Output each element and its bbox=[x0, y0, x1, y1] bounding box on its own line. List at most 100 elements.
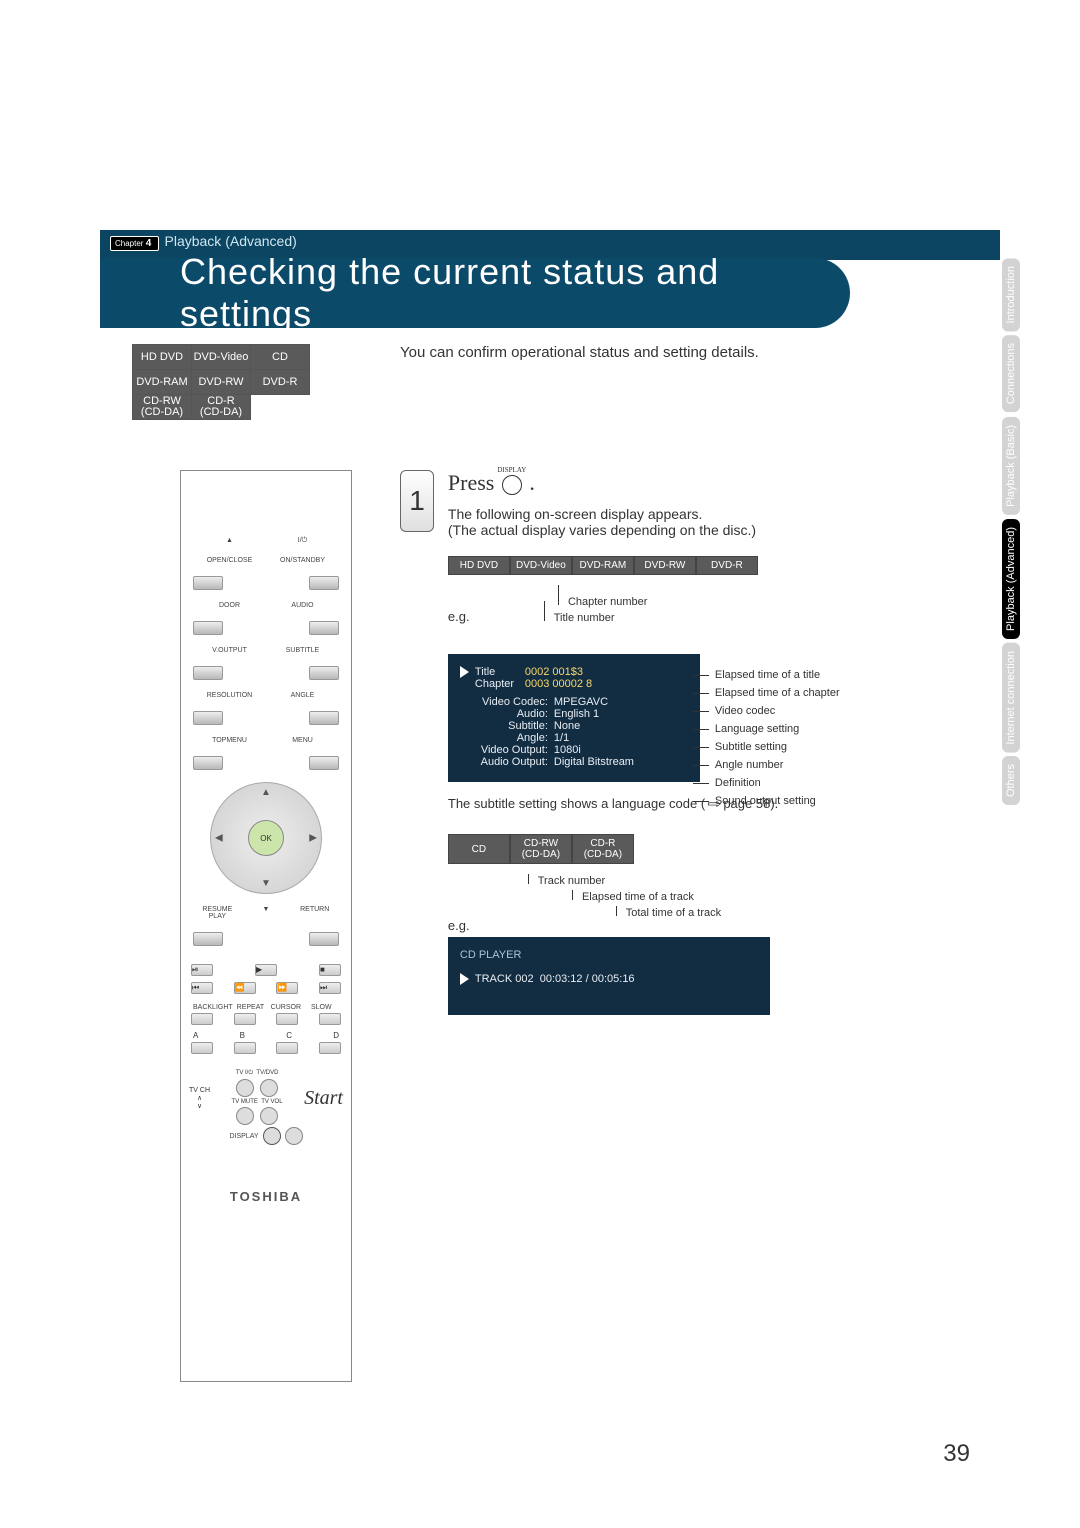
audio-button[interactable] bbox=[309, 621, 339, 635]
play-icon bbox=[460, 666, 469, 678]
tvdvd-label: TV/DVD bbox=[256, 1070, 278, 1076]
media-cell: HD DVD bbox=[448, 556, 510, 575]
tvvol-button[interactable] bbox=[260, 1107, 278, 1125]
standby-button[interactable] bbox=[309, 576, 339, 590]
page-arrow-icon: ⇨ bbox=[707, 796, 721, 812]
voutput-label: V.OUTPUT bbox=[193, 647, 266, 654]
next-button[interactable]: ⏭ bbox=[319, 982, 341, 994]
play-icon-cd bbox=[460, 973, 469, 985]
standby-label: ON/STANDBY bbox=[266, 557, 339, 564]
down-icon[interactable]: ∨ bbox=[197, 1103, 202, 1110]
page-title: Checking the current status and settings bbox=[100, 258, 850, 328]
intro-text: You can confirm operational status and s… bbox=[400, 344, 759, 361]
tab-others[interactable]: Others bbox=[1002, 756, 1020, 805]
return-label: RETURN bbox=[290, 906, 339, 920]
page-number: 39 bbox=[943, 1440, 970, 1468]
chapter-num: 4 bbox=[146, 238, 152, 249]
leader-track-number: Track number bbox=[528, 874, 605, 887]
media-cell: CD-RW(CD-DA) bbox=[133, 395, 192, 420]
media-cell: CD bbox=[251, 345, 310, 370]
tvdvd-button[interactable] bbox=[260, 1079, 278, 1097]
media-cell: DVD-RW bbox=[634, 556, 696, 575]
menu-label: MENU bbox=[266, 737, 339, 744]
playpause-button[interactable]: ⏯ bbox=[191, 964, 213, 976]
leader-title-number: Title number bbox=[544, 601, 615, 624]
subtitle-button[interactable] bbox=[309, 666, 339, 680]
media-cell: DVD-R bbox=[251, 370, 310, 395]
prev-button[interactable]: ⏮ bbox=[191, 982, 213, 994]
repeat-label: REPEAT bbox=[233, 1004, 268, 1011]
right-arrow-icon[interactable]: ▶ bbox=[309, 833, 317, 844]
voutput-button[interactable] bbox=[193, 666, 223, 680]
remote-control: ▲I/⏻ OPEN/CLOSE ON/STANDBY DOORAUDIO V.O… bbox=[180, 470, 352, 1382]
resolution-label: RESOLUTION bbox=[193, 692, 266, 699]
media-cell: CD-R(CD-DA) bbox=[192, 395, 251, 420]
tvvol-label: TV VOL bbox=[261, 1099, 282, 1105]
leader-label: Elapsed time of a chapter bbox=[693, 684, 840, 702]
open-close-button[interactable] bbox=[193, 576, 223, 590]
door-button[interactable] bbox=[193, 621, 223, 635]
menu-button[interactable] bbox=[309, 756, 339, 770]
down-arrow-icon[interactable]: ▼ bbox=[261, 878, 271, 889]
section-name: Playback (Advanced) bbox=[165, 233, 297, 249]
ok-button[interactable]: OK bbox=[248, 820, 284, 856]
leader-label: Definition bbox=[693, 774, 840, 792]
resolution-button[interactable] bbox=[193, 711, 223, 725]
play-button[interactable]: ▶ bbox=[255, 964, 277, 976]
display-icon: DISPLAY bbox=[502, 475, 522, 495]
leader-label: Subtitle setting bbox=[693, 738, 840, 756]
osd-row: Audio:English 1 bbox=[460, 708, 690, 720]
topmenu-button[interactable] bbox=[193, 756, 223, 770]
b-label: B bbox=[240, 1031, 245, 1040]
media-cell: DVD-RAM bbox=[133, 370, 192, 395]
fwd-button[interactable]: ⏩ bbox=[276, 982, 298, 994]
media-cell: DVD-Video bbox=[192, 345, 251, 370]
tab-playback-basic-[interactable]: Playback (Basic) bbox=[1002, 417, 1020, 515]
media-cell: CD bbox=[448, 834, 510, 864]
leader-label: Video codec bbox=[693, 702, 840, 720]
media-grid: HD DVDDVD-VideoCD DVD-RAMDVD-RWDVD-R CD-RW… bbox=[132, 344, 310, 420]
backlight-label: BACKLIGHT bbox=[193, 1004, 233, 1011]
return-button[interactable] bbox=[309, 932, 339, 946]
tab-introduction[interactable]: Introduction bbox=[1002, 258, 1020, 331]
tvch-label: TV CH bbox=[189, 1087, 210, 1094]
tab-connections[interactable]: Connections bbox=[1002, 335, 1020, 412]
tvmute-label: TV MUTE bbox=[232, 1099, 258, 1105]
leaders-right: Elapsed time of a titleElapsed time of a… bbox=[693, 666, 840, 810]
step-1: 1 Press DISPLAY . The following on-scree… bbox=[400, 470, 880, 1015]
osd-display-video: Title 0002 001$3 Chapter 0003 00002 8 Vi… bbox=[448, 654, 700, 782]
audio-label: AUDIO bbox=[266, 602, 339, 609]
c-label: C bbox=[286, 1031, 292, 1040]
eg-label-2: e.g. bbox=[448, 918, 868, 933]
media-cell: HD DVD bbox=[133, 345, 192, 370]
eg-label-1: e.g. bbox=[448, 609, 868, 624]
tvpower-label: TV I/⏻ bbox=[236, 1070, 253, 1076]
up-arrow-icon[interactable]: ▲ bbox=[261, 787, 271, 798]
media-cell: CD-RW(CD-DA) bbox=[510, 834, 572, 864]
cursor-label: CURSOR bbox=[268, 1004, 303, 1011]
media-cell: DVD-RAM bbox=[572, 556, 634, 575]
osd-display-cd: CD PLAYER TRACK 002 00:03:12 / 00:05:16 bbox=[448, 937, 770, 1015]
step-desc1: The following on-screen display appears. bbox=[448, 506, 868, 522]
d-pad[interactable]: ▲ ▼ ◀ ▶ OK bbox=[210, 782, 322, 894]
chapter-pill: Chapter 4 bbox=[110, 236, 159, 251]
stop-button[interactable]: ■ bbox=[319, 964, 341, 976]
left-arrow-icon[interactable]: ◀ bbox=[215, 833, 223, 844]
breadcrumb: Chapter 4 Playback (Advanced) bbox=[110, 233, 297, 249]
angle-button[interactable] bbox=[309, 711, 339, 725]
open-close-label: OPEN/CLOSE bbox=[193, 557, 266, 564]
tvpower-button[interactable] bbox=[236, 1079, 254, 1097]
up-icon[interactable]: ∧ bbox=[197, 1095, 202, 1102]
resume-button[interactable] bbox=[193, 932, 223, 946]
media-cell: DVD-RW bbox=[192, 370, 251, 395]
osd-row: Subtitle:None bbox=[460, 720, 690, 732]
display-button[interactable] bbox=[263, 1127, 281, 1145]
tab-internet-connection[interactable]: Internet connection bbox=[1002, 643, 1020, 753]
tab-playback-advanced-[interactable]: Playback (Advanced) bbox=[1002, 519, 1020, 639]
tvmute-button[interactable] bbox=[236, 1107, 254, 1125]
slow-label: SLOW bbox=[304, 1004, 339, 1011]
extra-button[interactable] bbox=[285, 1127, 303, 1145]
rew-button[interactable]: ⏪ bbox=[234, 982, 256, 994]
resume-label: RESUME PLAY bbox=[193, 906, 242, 920]
chapter-word: Chapter bbox=[115, 239, 143, 248]
